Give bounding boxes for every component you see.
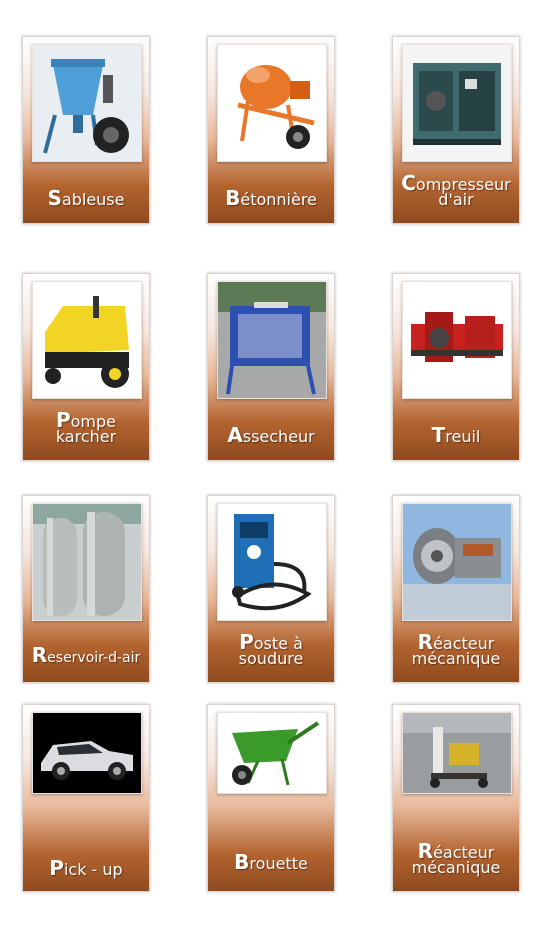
card-pick-up[interactable]: Pick - up — [22, 704, 150, 892]
card-label: Pick - up — [49, 856, 123, 880]
card-poste-a-soudure[interactable]: Poste à soudure — [207, 495, 335, 683]
air-tank-image — [32, 503, 142, 621]
card-label: Poste à soudure — [238, 630, 304, 668]
card-label: Sableuse — [47, 186, 125, 210]
card-assecheur[interactable]: Assecheur — [207, 273, 335, 461]
card-reacteur-mecanique-2[interactable]: Réacteur mécanique — [392, 704, 520, 892]
card-label: Compresseur d'air — [401, 171, 511, 209]
card-sableuse[interactable]: Sableuse — [22, 36, 150, 224]
sandblaster-image — [32, 44, 142, 162]
card-brouette[interactable]: Brouette — [207, 704, 335, 892]
card-label: Pompe karcher — [55, 408, 117, 446]
welding-station-image — [217, 503, 327, 621]
winch-image — [402, 281, 512, 399]
jet-engine-image — [402, 503, 512, 621]
pickup-truck-image — [32, 712, 142, 794]
card-reservoir-d-air[interactable]: Reservoir-d-air — [22, 495, 150, 683]
card-label: Reservoir-d-air — [31, 643, 141, 667]
dryer-image — [217, 281, 327, 399]
card-treuil[interactable]: Treuil — [392, 273, 520, 461]
card-label: Assecheur — [227, 423, 315, 447]
card-pompe-karcher[interactable]: Pompe karcher — [22, 273, 150, 461]
engine-stand-image — [402, 712, 512, 794]
card-label: Brouette — [234, 850, 308, 874]
card-reacteur-mecanique[interactable]: Réacteur mécanique — [392, 495, 520, 683]
card-label: Réacteur mécanique — [411, 839, 501, 877]
wheelbarrow-image — [217, 712, 327, 794]
card-label: Réacteur mécanique — [411, 630, 501, 668]
concrete-mixer-image — [217, 44, 327, 162]
pressure-washer-image — [32, 281, 142, 399]
card-label: Bétonnière — [225, 186, 317, 210]
card-label: Treuil — [431, 423, 481, 447]
card-betonniere[interactable]: Bétonnière — [207, 36, 335, 224]
card-compresseur[interactable]: Compresseur d'air — [392, 36, 520, 224]
air-compressor-image — [402, 44, 512, 162]
